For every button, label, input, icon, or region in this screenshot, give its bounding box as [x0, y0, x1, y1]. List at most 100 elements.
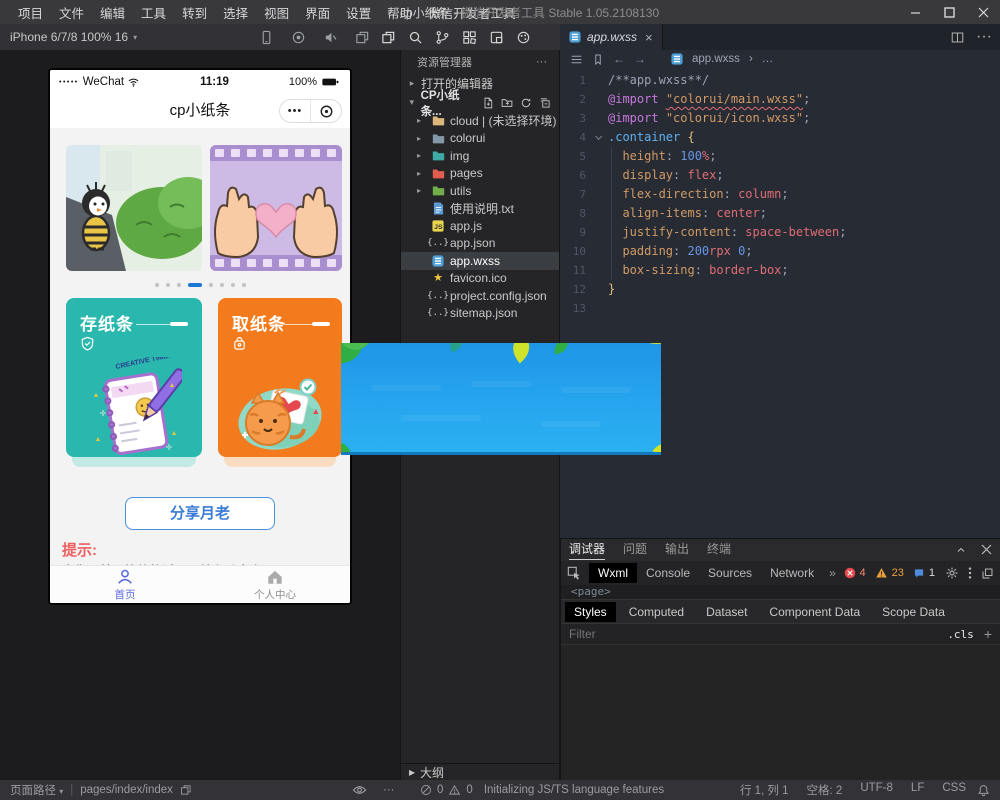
- warning-badge-icon[interactable]: [875, 567, 888, 579]
- tab-home[interactable]: 首页: [50, 566, 200, 603]
- problems-indicator[interactable]: 0 0 Initializing JS/TS language features: [420, 784, 664, 796]
- extensions-icon[interactable]: [461, 29, 477, 45]
- close-tab-icon[interactable]: ×: [645, 30, 653, 45]
- fold-chevron-icon[interactable]: [592, 128, 608, 147]
- inspector-tab-4[interactable]: Scope Data: [873, 602, 954, 622]
- debugger-tab-0[interactable]: 调试器: [569, 540, 605, 560]
- file-item-6[interactable]: JSapp.js: [401, 217, 559, 235]
- status-segment-1[interactable]: 空格: 2: [807, 782, 843, 798]
- maximize-icon[interactable]: [932, 0, 966, 24]
- git-branch-icon[interactable]: [434, 29, 450, 45]
- device-selector[interactable]: iPhone 6/7/8 100% 16▾: [10, 30, 137, 44]
- inspect-element-icon[interactable]: [567, 566, 581, 580]
- copy-path-icon[interactable]: [180, 784, 192, 796]
- get-note-card[interactable]: 取纸条: [218, 298, 342, 457]
- notifications-bell-icon[interactable]: [977, 784, 990, 797]
- project-section[interactable]: ▾ CP小纸条...: [401, 93, 559, 112]
- outline-section[interactable]: ▸ 大纲: [401, 763, 559, 780]
- minimize-capsule-icon[interactable]: [311, 104, 341, 119]
- status-segment-2[interactable]: UTF-8: [860, 782, 893, 798]
- debugger-tab-1[interactable]: 问题: [623, 540, 647, 560]
- settings-gear-icon[interactable]: [945, 566, 959, 580]
- new-folder-icon[interactable]: [501, 97, 513, 109]
- page-path-selector[interactable]: 页面路径 ▾: [10, 782, 63, 798]
- close-window-icon[interactable]: [966, 0, 1000, 24]
- code-area[interactable]: 1/**app.wxss**/2@import "colorui/main.wx…: [560, 68, 1000, 318]
- menu-item-8[interactable]: 设置: [338, 3, 379, 22]
- undock-icon[interactable]: [981, 567, 994, 580]
- more-actions-icon[interactable]: ···: [976, 28, 992, 46]
- tabs-overflow-icon[interactable]: »: [829, 566, 836, 580]
- file-item-4[interactable]: ▸utils: [401, 182, 559, 200]
- debugger-tab-2[interactable]: 输出: [665, 540, 689, 560]
- more-menu-icon[interactable]: •••: [280, 100, 311, 122]
- inspector-tab-3[interactable]: Component Data: [760, 602, 869, 622]
- cls-button[interactable]: .cls: [947, 628, 974, 641]
- devtools-tab-3[interactable]: Network: [761, 563, 823, 583]
- carousel-slide-penguin[interactable]: [66, 145, 202, 271]
- file-item-9[interactable]: ★favicon.ico: [401, 270, 559, 288]
- menu-item-7[interactable]: 界面: [297, 3, 338, 22]
- statusbar-more-icon[interactable]: ···: [383, 784, 395, 796]
- eye-icon[interactable]: [352, 784, 367, 796]
- debugger-tab-3[interactable]: 终端: [707, 540, 731, 560]
- wxml-tree-clipped-node[interactable]: <page>: [561, 585, 1000, 599]
- forward-arrow-icon[interactable]: →: [634, 52, 646, 66]
- save-note-card[interactable]: 存纸条: [66, 298, 202, 457]
- file-item-5[interactable]: 使用说明.txt: [401, 200, 559, 218]
- close-panel-icon[interactable]: [981, 544, 992, 556]
- search-icon[interactable]: [407, 29, 423, 45]
- status-segment-4[interactable]: CSS: [942, 782, 966, 798]
- store-icon[interactable]: [488, 29, 504, 45]
- page-path-value[interactable]: pages/index/index: [80, 784, 173, 796]
- breadcrumb-more[interactable]: …: [762, 53, 774, 65]
- bookmark-icon[interactable]: [592, 53, 604, 66]
- status-segment-0[interactable]: 行 1, 列 1: [740, 782, 789, 798]
- new-file-icon[interactable]: [482, 97, 494, 109]
- status-segment-3[interactable]: LF: [911, 782, 924, 798]
- multi-window-icon[interactable]: [354, 29, 370, 45]
- message-badge-icon[interactable]: [913, 568, 925, 579]
- rotate-device-icon[interactable]: [258, 29, 274, 45]
- file-item-3[interactable]: ▸pages: [401, 165, 559, 183]
- inspector-tab-0[interactable]: Styles: [565, 602, 616, 622]
- file-item-7[interactable]: {..}app.json: [401, 235, 559, 253]
- devtools-tab-1[interactable]: Console: [637, 563, 699, 583]
- add-style-icon[interactable]: +: [984, 626, 992, 642]
- refresh-icon[interactable]: [520, 97, 532, 109]
- explorer-more-icon[interactable]: ···: [536, 56, 547, 68]
- breadcrumb-file[interactable]: app.wxss: [692, 53, 740, 65]
- devtools-tab-2[interactable]: Sources: [699, 563, 761, 583]
- inspector-tab-1[interactable]: Computed: [620, 602, 693, 622]
- menu-item-1[interactable]: 文件: [51, 3, 92, 22]
- files-panel-icon[interactable]: [380, 29, 396, 45]
- minimize-icon[interactable]: [898, 0, 932, 24]
- file-item-2[interactable]: ▸img: [401, 147, 559, 165]
- menu-item-4[interactable]: 转到: [174, 3, 215, 22]
- outline-list-icon[interactable]: [570, 53, 583, 66]
- styles-filter-input[interactable]: [569, 627, 947, 641]
- back-arrow-icon[interactable]: ←: [613, 52, 625, 66]
- share-button[interactable]: 分享月老: [125, 497, 275, 530]
- theme-palette-icon[interactable]: [515, 29, 531, 45]
- tab-app-wxss[interactable]: app.wxss ×: [560, 24, 663, 50]
- tab-profile[interactable]: 个人中心: [200, 566, 350, 603]
- menu-item-5[interactable]: 选择: [215, 3, 256, 22]
- split-editor-icon[interactable]: [951, 31, 964, 44]
- menu-item-6[interactable]: 视图: [256, 3, 297, 22]
- menu-item-2[interactable]: 编辑: [92, 3, 133, 22]
- error-badge-icon[interactable]: [844, 567, 856, 579]
- inspector-tab-2[interactable]: Dataset: [697, 602, 756, 622]
- file-item-8[interactable]: app.wxss: [401, 252, 559, 270]
- menu-item-0[interactable]: 项目: [10, 3, 51, 22]
- menu-item-3[interactable]: 工具: [133, 3, 174, 22]
- carousel-slide-hands-heart[interactable]: [210, 145, 342, 271]
- devtools-tab-0[interactable]: Wxml: [589, 563, 637, 583]
- file-item-1[interactable]: ▸colorui: [401, 130, 559, 148]
- record-icon[interactable]: [290, 29, 306, 45]
- mute-icon[interactable]: [322, 29, 338, 45]
- file-item-11[interactable]: {..}sitemap.json: [401, 305, 559, 323]
- kebab-menu-icon[interactable]: [968, 566, 972, 580]
- collapse-all-icon[interactable]: [539, 97, 551, 109]
- file-item-10[interactable]: {..}project.config.json: [401, 287, 559, 305]
